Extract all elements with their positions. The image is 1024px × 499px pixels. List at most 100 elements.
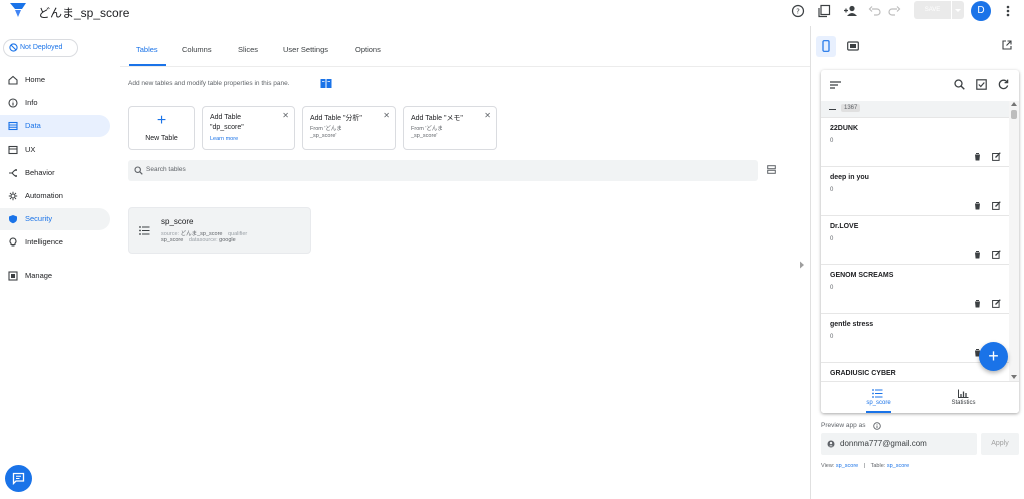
trash-icon[interactable] bbox=[973, 152, 982, 161]
list-item[interactable]: 22DUNK 0 bbox=[821, 118, 1009, 167]
row-name: GRADIUSIC CYBER bbox=[830, 370, 896, 377]
group-header: 1367 bbox=[821, 101, 1009, 118]
close-icon[interactable]: ✕ bbox=[484, 111, 491, 120]
collapse-dash-icon[interactable] bbox=[829, 109, 836, 110]
list-item[interactable]: GENOM SCREAMS 0 bbox=[821, 265, 1009, 314]
more-vert-icon[interactable] bbox=[1004, 4, 1012, 18]
save-button[interactable]: SAVE bbox=[914, 1, 951, 19]
sidebar-item-behavior[interactable]: Behavior bbox=[0, 162, 110, 184]
preview-as-label: Preview app as bbox=[821, 422, 865, 429]
footer-separator: | bbox=[863, 463, 866, 469]
appsheet-logo-icon[interactable] bbox=[9, 2, 27, 18]
learn-more-link[interactable]: Learn more bbox=[210, 136, 238, 142]
open-external-icon[interactable] bbox=[1002, 40, 1012, 50]
view-link[interactable]: sp_score bbox=[836, 463, 858, 469]
info-icon[interactable] bbox=[873, 422, 881, 430]
deploy-status-button[interactable]: Not Deployed bbox=[3, 39, 78, 57]
add-table-memo-card[interactable]: Add Table "メモ" From 'どんま _sp_score' ✕ bbox=[403, 106, 497, 150]
sidebar-item-security[interactable]: Security bbox=[0, 208, 110, 230]
refresh-icon[interactable] bbox=[998, 79, 1009, 90]
app-title: どんま_sp_score bbox=[38, 6, 130, 20]
sidebar-item-label: Automation bbox=[25, 191, 63, 200]
save-options-button[interactable] bbox=[952, 1, 964, 19]
search-icon[interactable] bbox=[954, 79, 965, 90]
sidebar-item-manage[interactable]: Manage bbox=[0, 265, 110, 287]
row-name: Dr.LOVE bbox=[830, 223, 859, 230]
sort-menu-icon[interactable] bbox=[830, 81, 841, 89]
tablet-view-icon[interactable] bbox=[847, 41, 859, 51]
tab-options[interactable]: Options bbox=[355, 45, 381, 54]
sidebar-item-info[interactable]: Info bbox=[0, 92, 110, 114]
nav-tab-sp-score[interactable]: sp_score bbox=[851, 382, 906, 413]
select-checkbox-icon[interactable] bbox=[976, 79, 987, 90]
qualifier-value: sp_score bbox=[161, 237, 184, 243]
nav-tab-statistics[interactable]: Statistics bbox=[936, 382, 991, 413]
copy-app-icon[interactable] bbox=[817, 4, 831, 18]
redo-icon[interactable] bbox=[887, 4, 901, 18]
ux-icon bbox=[8, 145, 18, 155]
sidebar-item-home[interactable]: Home bbox=[0, 69, 110, 91]
nav-tab-label: Statistics bbox=[951, 400, 976, 406]
sidebar-item-data[interactable]: Data bbox=[0, 115, 110, 137]
sidebar-item-label: Intelligence bbox=[25, 237, 63, 246]
user-avatar[interactable]: D bbox=[971, 1, 991, 21]
shield-icon bbox=[8, 214, 18, 224]
sidebar-item-label: Security bbox=[25, 214, 53, 223]
group-count-badge: 1367 bbox=[841, 104, 861, 112]
preview-email-field[interactable]: donnma777@gmail.com bbox=[821, 433, 977, 455]
edit-icon[interactable] bbox=[992, 299, 1001, 308]
trash-icon[interactable] bbox=[973, 250, 982, 259]
row-value: 0 bbox=[830, 138, 834, 144]
edit-icon[interactable] bbox=[992, 152, 1001, 161]
tab-tables[interactable]: Tables bbox=[136, 45, 158, 54]
chat-button[interactable] bbox=[5, 465, 32, 492]
mobile-view-button[interactable] bbox=[816, 36, 836, 57]
row-value: 0 bbox=[830, 285, 834, 291]
sidebar-item-intelligence[interactable]: Intelligence bbox=[0, 231, 110, 253]
edit-icon[interactable] bbox=[992, 250, 1001, 259]
sidebar-item-label: Behavior bbox=[25, 168, 55, 177]
sidebar-item-ux[interactable]: UX bbox=[0, 139, 110, 161]
table-card-sp-score[interactable]: sp_score source: どんま_sp_score qualifier … bbox=[128, 207, 311, 254]
add-table-analysis-card[interactable]: Add Table "分析" From 'どんま _sp_score' ✕ bbox=[302, 106, 396, 150]
preview-list[interactable]: 1367 22DUNK 0 deep in you 0 Dr.LOVE 0 GE… bbox=[821, 101, 1019, 381]
trash-icon[interactable] bbox=[973, 299, 982, 308]
tab-user-settings[interactable]: User Settings bbox=[283, 45, 328, 54]
account-icon bbox=[827, 440, 835, 448]
list-item[interactable]: deep in you 0 bbox=[821, 167, 1009, 216]
table-list-icon bbox=[139, 226, 150, 235]
chevron-right-icon[interactable] bbox=[799, 261, 805, 269]
apply-button[interactable]: Apply bbox=[981, 433, 1019, 455]
home-icon bbox=[8, 75, 18, 85]
new-table-card[interactable]: + New Table bbox=[128, 106, 195, 150]
preview-scrollbar[interactable] bbox=[1009, 101, 1019, 381]
add-table-dp-card[interactable]: Add Table "dp_score" Learn more ✕ bbox=[202, 106, 295, 150]
edit-icon[interactable] bbox=[992, 201, 1001, 210]
undo-icon[interactable] bbox=[868, 4, 882, 18]
row-value: 0 bbox=[830, 187, 834, 193]
share-user-icon[interactable] bbox=[843, 4, 857, 18]
sidebar-item-label: UX bbox=[25, 145, 36, 154]
table-datasource-line: sp_score datasource: google bbox=[161, 237, 236, 243]
help-icon[interactable]: ? bbox=[791, 4, 805, 18]
table-link[interactable]: sp_score bbox=[887, 463, 909, 469]
tab-slices[interactable]: Slices bbox=[238, 45, 258, 54]
list-item[interactable]: Dr.LOVE 0 bbox=[821, 216, 1009, 265]
trash-icon[interactable] bbox=[973, 201, 982, 210]
sidebar-item-label: Home bbox=[25, 75, 46, 84]
docs-book-icon[interactable] bbox=[320, 78, 332, 89]
not-deployed-icon bbox=[9, 43, 18, 52]
tab-columns[interactable]: Columns bbox=[182, 45, 212, 54]
table-source-line: source: どんま_sp_score qualifier bbox=[161, 229, 247, 237]
sidebar-item-automation[interactable]: Automation bbox=[0, 185, 110, 207]
list-item[interactable]: GRADIUSIC CYBER bbox=[821, 363, 1009, 381]
active-tab-indicator bbox=[129, 64, 166, 66]
scrollbar-thumb[interactable] bbox=[1011, 110, 1017, 119]
close-icon[interactable]: ✕ bbox=[282, 111, 289, 120]
chat-icon bbox=[12, 472, 25, 485]
add-row-fab[interactable]: + bbox=[979, 342, 1008, 371]
search-tables-input[interactable]: Search tables bbox=[128, 160, 758, 181]
close-icon[interactable]: ✕ bbox=[383, 111, 390, 120]
table-name: sp_score bbox=[161, 217, 194, 226]
collapse-all-icon[interactable] bbox=[767, 165, 776, 174]
